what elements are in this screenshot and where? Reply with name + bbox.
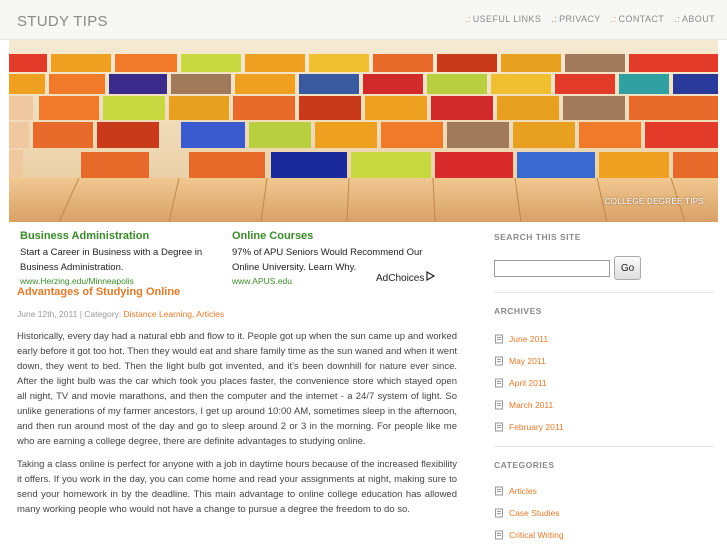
- list-item: Critical Writing: [494, 524, 714, 545]
- document-icon: [495, 508, 503, 518]
- document-icon: [495, 530, 503, 540]
- category-link-case-studies[interactable]: Case Studies: [509, 508, 560, 518]
- search-input[interactable]: [494, 259, 610, 277]
- list-item: May 2011: [494, 350, 714, 372]
- categories-list: Articles Case Studies Critical Writing: [494, 480, 714, 545]
- list-item: March 2011: [494, 394, 714, 416]
- adchoices-icon: [426, 270, 436, 284]
- categories-heading: CATEGORIES: [494, 460, 555, 470]
- ad-text: Start a Career in Business with a Degree…: [20, 247, 203, 273]
- archive-link-june-2011[interactable]: June 2011: [509, 334, 548, 344]
- archive-link-march-2011[interactable]: March 2011: [509, 400, 553, 410]
- post-paragraph: Historically, every day had a natural eb…: [17, 331, 457, 447]
- nav-about[interactable]: .: ABOUT: [674, 14, 715, 24]
- post-date: June 12th, 2011: [17, 309, 78, 319]
- post-meta: June 12th, 2011 | Category: Distance Lea…: [17, 309, 224, 319]
- post-category-prefix: | Category:: [79, 309, 122, 319]
- list-item: April 2011: [494, 372, 714, 394]
- document-icon: [495, 378, 503, 388]
- post-categories-link[interactable]: Distance Learning, Articles: [124, 309, 225, 319]
- list-item: Case Studies: [494, 502, 714, 524]
- nav-contact[interactable]: .: CONTACT: [611, 14, 664, 24]
- ad-title[interactable]: Online Courses: [232, 230, 437, 242]
- document-icon: [495, 422, 503, 432]
- ad-title[interactable]: Business Administration: [20, 230, 225, 242]
- document-icon: [495, 400, 503, 410]
- search-go-button[interactable]: Go: [614, 256, 641, 280]
- archives-heading: ARCHIVES: [494, 306, 542, 316]
- sidebar: SEARCH THIS SITE Go ARCHIVES June 2011 M…: [494, 232, 714, 545]
- nav-useful-links[interactable]: .: USEFUL LINKS: [465, 14, 541, 24]
- adchoices-label: AdChoices: [376, 273, 425, 284]
- archive-link-february-2011[interactable]: February 2011: [509, 422, 564, 432]
- document-icon: [495, 356, 503, 366]
- list-item: Articles: [494, 480, 714, 502]
- divider: [494, 446, 714, 447]
- header-banner-image: COLLEGE DEGREE TIPS: [9, 40, 718, 222]
- archive-link-april-2011[interactable]: April 2011: [509, 378, 547, 388]
- ad-item-business-administration[interactable]: Business Administration Start a Career i…: [20, 230, 225, 286]
- search-form: Go: [494, 256, 714, 280]
- list-item: February 2011: [494, 416, 714, 438]
- document-icon: [495, 486, 503, 496]
- category-link-critical-writing[interactable]: Critical Writing: [509, 530, 564, 540]
- site-title[interactable]: STUDY TIPS: [17, 13, 108, 30]
- adchoices-link[interactable]: AdChoices: [374, 270, 436, 284]
- archive-link-may-2011[interactable]: May 2011: [509, 356, 546, 366]
- divider: [494, 292, 714, 293]
- post-title[interactable]: Advantages of Studying Online: [17, 286, 180, 298]
- archives-list: June 2011 May 2011 April 2011 March 2011…: [494, 328, 714, 438]
- post-body: Historically, every day had a natural eb…: [17, 329, 457, 525]
- document-icon: [495, 334, 503, 344]
- search-heading: SEARCH THIS SITE: [494, 232, 581, 242]
- nav-privacy[interactable]: .: PRIVACY: [551, 14, 600, 24]
- banner-caption: COLLEGE DEGREE TIPS: [604, 197, 704, 206]
- list-item: June 2011: [494, 328, 714, 350]
- post-paragraph: Taking a class online is perfect for any…: [17, 459, 457, 515]
- category-link-articles[interactable]: Articles: [509, 486, 537, 496]
- header-bar: STUDY TIPS .: USEFUL LINKS .: PRIVACY .: CO…: [0, 0, 727, 40]
- lecture-hall-seats-illustration: [9, 40, 718, 222]
- ad-url[interactable]: www.Herzing.edu/Minneapolis: [20, 275, 225, 286]
- top-nav: .: USEFUL LINKS .: PRIVACY .: CONTACT .: ABO…: [465, 14, 715, 24]
